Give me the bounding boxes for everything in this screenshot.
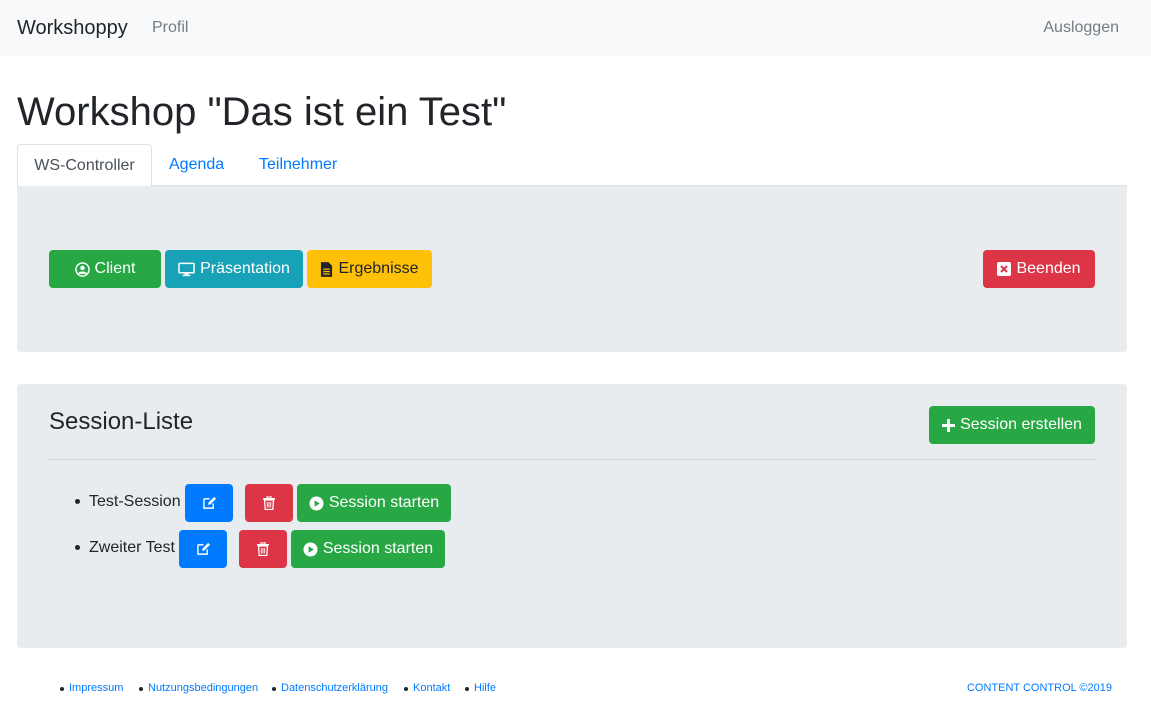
page-title: Workshop "Das ist ein Test" bbox=[17, 90, 507, 134]
list-item: Test-Session Session starten bbox=[75, 484, 475, 522]
footer: Impressum Nutzungsbedingungen Datenschut… bbox=[0, 680, 1151, 696]
end-button[interactable]: Beenden bbox=[983, 250, 1095, 288]
edit-icon bbox=[202, 496, 217, 510]
trash-icon bbox=[257, 542, 269, 556]
session-name: Zweiter Test bbox=[89, 539, 175, 556]
desktop-icon bbox=[178, 262, 195, 277]
brand-link[interactable]: Workshoppy bbox=[17, 16, 128, 40]
tab-teilnehmer[interactable]: Teilnehmer bbox=[259, 144, 337, 186]
navbar: Workshoppy Profil Ausloggen bbox=[0, 0, 1151, 56]
bullet bbox=[75, 545, 80, 550]
delete-session-button[interactable] bbox=[239, 530, 287, 568]
bullet bbox=[272, 687, 276, 691]
session-list-title: Session-Liste bbox=[49, 408, 194, 435]
plus-icon bbox=[942, 418, 956, 432]
nav-logout-link[interactable]: Ausloggen bbox=[1043, 19, 1119, 37]
bullet bbox=[465, 687, 469, 691]
start-session-button[interactable]: Session starten bbox=[291, 530, 445, 568]
play-circle-icon bbox=[309, 495, 324, 511]
edit-session-button[interactable] bbox=[185, 484, 233, 522]
list-item: Zweiter Test Session starten bbox=[75, 530, 475, 568]
start-session-label: Session starten bbox=[328, 494, 440, 511]
footer-link-hilfe[interactable]: Hilfe bbox=[474, 682, 496, 695]
file-text-icon bbox=[320, 261, 333, 277]
footer-link-datenschutz[interactable]: Datenschutzerklärung bbox=[281, 682, 388, 695]
start-session-label: Session starten bbox=[322, 540, 434, 557]
delete-session-button[interactable] bbox=[245, 484, 293, 522]
footer-link-nutzungsbedingungen[interactable]: Nutzungsbedingungen bbox=[148, 682, 258, 695]
client-button[interactable]: Client bbox=[49, 250, 161, 288]
tab-bar: WS-Controller Agenda Teilnehmer bbox=[17, 144, 1127, 187]
controller-panel: Client Präsentation Ergebnisse Beenden bbox=[17, 186, 1127, 352]
footer-link-kontakt[interactable]: Kontakt bbox=[413, 682, 450, 695]
results-button[interactable]: Ergebnisse bbox=[307, 250, 432, 288]
bullet bbox=[404, 687, 408, 691]
trash-icon bbox=[263, 496, 275, 510]
tab-agenda[interactable]: Agenda bbox=[169, 144, 224, 186]
tab-ws-controller[interactable]: WS-Controller bbox=[17, 144, 152, 187]
start-session-button[interactable]: Session starten bbox=[297, 484, 451, 522]
footer-link-impressum[interactable]: Impressum bbox=[69, 682, 123, 695]
user-circle-icon bbox=[74, 261, 90, 277]
nav-profile-link[interactable]: Profil bbox=[152, 19, 188, 37]
session-name: Test-Session bbox=[89, 493, 181, 510]
create-session-label: Session erstellen bbox=[960, 416, 1082, 433]
edit-session-button[interactable] bbox=[179, 530, 227, 568]
presentation-button-label: Präsentation bbox=[200, 260, 290, 277]
bullet bbox=[139, 687, 143, 691]
copyright-link[interactable]: CONTENT CONTROL ©2019 bbox=[967, 682, 1112, 695]
end-button-label: Beenden bbox=[1016, 260, 1081, 277]
create-session-button[interactable]: Session erstellen bbox=[929, 406, 1095, 444]
divider bbox=[49, 459, 1095, 460]
results-button-label: Ergebnisse bbox=[338, 260, 419, 277]
close-square-icon bbox=[997, 262, 1012, 276]
edit-icon bbox=[196, 542, 211, 556]
bullet bbox=[75, 499, 80, 504]
play-circle-icon bbox=[303, 541, 318, 557]
session-list-panel: Session-Liste Session erstellen Test-Ses… bbox=[17, 384, 1127, 648]
client-button-label: Client bbox=[94, 260, 136, 277]
presentation-button[interactable]: Präsentation bbox=[165, 250, 303, 288]
bullet bbox=[60, 687, 64, 691]
